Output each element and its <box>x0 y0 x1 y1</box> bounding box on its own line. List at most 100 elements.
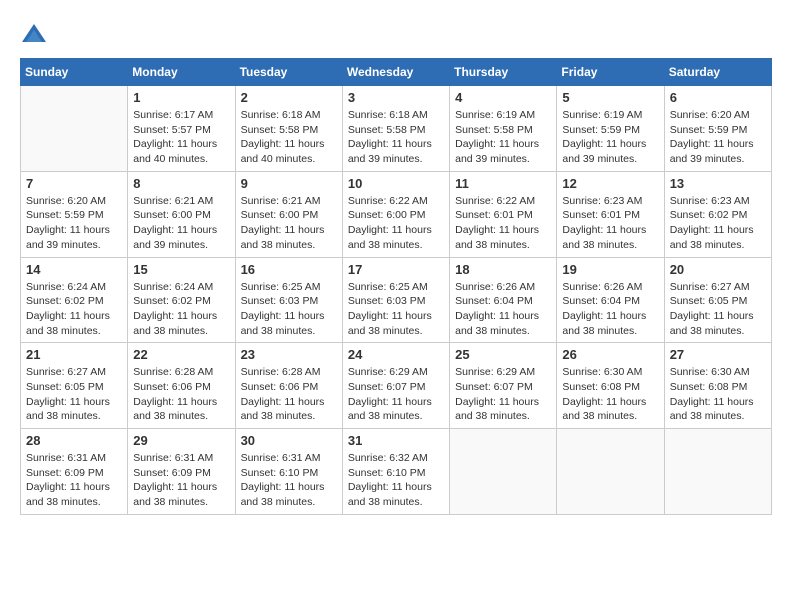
day-info: Sunrise: 6:21 AMSunset: 6:00 PMDaylight:… <box>241 194 337 253</box>
calendar-table: SundayMondayTuesdayWednesdayThursdayFrid… <box>20 58 772 515</box>
calendar-cell: 12 Sunrise: 6:23 AMSunset: 6:01 PMDayligh… <box>557 171 664 257</box>
calendar-cell: 17Sunrise: 6:25 AMSunset: 6:03 PMDayligh… <box>342 257 449 343</box>
calendar-cell: 18 Sunrise: 6:26 AMSunset: 6:04 PMDayligh… <box>450 257 557 343</box>
calendar-cell: 23 Sunrise: 6:28 AMSunset: 6:06 PMDayligh… <box>235 343 342 429</box>
weekday-header-thursday: Thursday <box>450 59 557 86</box>
day-info: Sunrise: 6:23 AMSunset: 6:01 PMDaylight:… <box>562 194 658 253</box>
day-info: Sunrise: 6:31 AMSunset: 6:09 PMDaylight:… <box>133 451 229 510</box>
weekday-header-row: SundayMondayTuesdayWednesdayThursdayFrid… <box>21 59 772 86</box>
day-number: 19 <box>562 262 658 277</box>
day-number: 6 <box>670 90 766 105</box>
day-number: 16 <box>241 262 337 277</box>
day-info: Sunrise: 6:27 AMSunset: 6:05 PMDaylight:… <box>670 280 766 339</box>
calendar-week-row: 7 Sunrise: 6:20 AMSunset: 5:59 PMDaylight… <box>21 171 772 257</box>
day-info: Sunrise: 6:20 AMSunset: 5:59 PMDaylight:… <box>670 108 766 167</box>
day-number: 23 <box>241 347 337 362</box>
day-number: 2 <box>241 90 337 105</box>
calendar-cell: 4Sunrise: 6:19 AMSunset: 5:58 PMDaylight… <box>450 86 557 172</box>
calendar-cell: 26 Sunrise: 6:30 AMSunset: 6:08 PMDayligh… <box>557 343 664 429</box>
calendar-cell: 24 Sunrise: 6:29 AMSunset: 6:07 PMDayligh… <box>342 343 449 429</box>
day-info: Sunrise: 6:32 AMSunset: 6:10 PMDaylight:… <box>348 451 444 510</box>
calendar-cell: 14Sunrise: 6:24 AMSunset: 6:02 PMDayligh… <box>21 257 128 343</box>
day-number: 14 <box>26 262 122 277</box>
calendar-cell: 31 Sunrise: 6:32 AMSunset: 6:10 PMDayligh… <box>342 429 449 515</box>
day-info: Sunrise: 6:31 AMSunset: 6:10 PMDaylight:… <box>241 451 337 510</box>
day-info: Sunrise: 6:18 AMSunset: 5:58 PMDaylight:… <box>348 108 444 167</box>
day-info: Sunrise: 6:20 AMSunset: 5:59 PMDaylight:… <box>26 194 122 253</box>
calendar-cell: 21 Sunrise: 6:27 AMSunset: 6:05 PMDayligh… <box>21 343 128 429</box>
calendar-cell: 6 Sunrise: 6:20 AMSunset: 5:59 PMDaylight… <box>664 86 771 172</box>
day-number: 21 <box>26 347 122 362</box>
day-info: Sunrise: 6:26 AMSunset: 6:04 PMDaylight:… <box>455 280 551 339</box>
calendar-cell <box>21 86 128 172</box>
weekday-header-monday: Monday <box>128 59 235 86</box>
day-number: 28 <box>26 433 122 448</box>
calendar-cell: 13 Sunrise: 6:23 AMSunset: 6:02 PMDayligh… <box>664 171 771 257</box>
day-number: 26 <box>562 347 658 362</box>
weekday-header-sunday: Sunday <box>21 59 128 86</box>
calendar-cell: 16 Sunrise: 6:25 AMSunset: 6:03 PMDayligh… <box>235 257 342 343</box>
calendar-cell: 1Sunrise: 6:17 AMSunset: 5:57 PMDaylight… <box>128 86 235 172</box>
calendar-cell: 3 Sunrise: 6:18 AMSunset: 5:58 PMDaylight… <box>342 86 449 172</box>
weekday-header-tuesday: Tuesday <box>235 59 342 86</box>
day-number: 8 <box>133 176 229 191</box>
calendar-cell: 25 Sunrise: 6:29 AMSunset: 6:07 PMDayligh… <box>450 343 557 429</box>
calendar-cell: 8Sunrise: 6:21 AMSunset: 6:00 PMDaylight… <box>128 171 235 257</box>
day-number: 5 <box>562 90 658 105</box>
calendar-week-row: 21 Sunrise: 6:27 AMSunset: 6:05 PMDayligh… <box>21 343 772 429</box>
day-info: Sunrise: 6:27 AMSunset: 6:05 PMDaylight:… <box>26 365 122 424</box>
day-number: 10 <box>348 176 444 191</box>
day-info: Sunrise: 6:23 AMSunset: 6:02 PMDaylight:… <box>670 194 766 253</box>
day-number: 31 <box>348 433 444 448</box>
calendar-week-row: 28 Sunrise: 6:31 AMSunset: 6:09 PMDayligh… <box>21 429 772 515</box>
day-number: 20 <box>670 262 766 277</box>
day-number: 25 <box>455 347 551 362</box>
day-info: Sunrise: 6:30 AMSunset: 6:08 PMDaylight:… <box>562 365 658 424</box>
day-number: 7 <box>26 176 122 191</box>
day-info: Sunrise: 6:22 AMSunset: 6:00 PMDaylight:… <box>348 194 444 253</box>
day-info: Sunrise: 6:17 AMSunset: 5:57 PMDaylight:… <box>133 108 229 167</box>
day-info: Sunrise: 6:25 AMSunset: 6:03 PMDaylight:… <box>241 280 337 339</box>
day-number: 13 <box>670 176 766 191</box>
calendar-cell: 20 Sunrise: 6:27 AMSunset: 6:05 PMDayligh… <box>664 257 771 343</box>
day-info: Sunrise: 6:31 AMSunset: 6:09 PMDaylight:… <box>26 451 122 510</box>
day-number: 27 <box>670 347 766 362</box>
day-number: 12 <box>562 176 658 191</box>
calendar-cell: 9Sunrise: 6:21 AMSunset: 6:00 PMDaylight… <box>235 171 342 257</box>
logo-icon <box>20 20 48 48</box>
calendar-cell <box>450 429 557 515</box>
calendar-week-row: 14Sunrise: 6:24 AMSunset: 6:02 PMDayligh… <box>21 257 772 343</box>
calendar-cell: 29 Sunrise: 6:31 AMSunset: 6:09 PMDayligh… <box>128 429 235 515</box>
day-info: Sunrise: 6:25 AMSunset: 6:03 PMDaylight:… <box>348 280 444 339</box>
day-number: 15 <box>133 262 229 277</box>
calendar-cell: 2Sunrise: 6:18 AMSunset: 5:58 PMDaylight… <box>235 86 342 172</box>
day-number: 29 <box>133 433 229 448</box>
day-number: 30 <box>241 433 337 448</box>
day-number: 24 <box>348 347 444 362</box>
day-number: 22 <box>133 347 229 362</box>
calendar-cell: 15Sunrise: 6:24 AMSunset: 6:02 PMDayligh… <box>128 257 235 343</box>
calendar-cell: 27 Sunrise: 6:30 AMSunset: 6:08 PMDayligh… <box>664 343 771 429</box>
day-info: Sunrise: 6:19 AMSunset: 5:59 PMDaylight:… <box>562 108 658 167</box>
day-info: Sunrise: 6:29 AMSunset: 6:07 PMDaylight:… <box>348 365 444 424</box>
day-number: 11 <box>455 176 551 191</box>
day-info: Sunrise: 6:28 AMSunset: 6:06 PMDaylight:… <box>241 365 337 424</box>
day-info: Sunrise: 6:22 AMSunset: 6:01 PMDaylight:… <box>455 194 551 253</box>
day-info: Sunrise: 6:26 AMSunset: 6:04 PMDaylight:… <box>562 280 658 339</box>
day-number: 3 <box>348 90 444 105</box>
day-number: 4 <box>455 90 551 105</box>
calendar-cell: 11 Sunrise: 6:22 AMSunset: 6:01 PMDayligh… <box>450 171 557 257</box>
day-number: 18 <box>455 262 551 277</box>
calendar-cell: 7 Sunrise: 6:20 AMSunset: 5:59 PMDaylight… <box>21 171 128 257</box>
weekday-header-saturday: Saturday <box>664 59 771 86</box>
day-info: Sunrise: 6:29 AMSunset: 6:07 PMDaylight:… <box>455 365 551 424</box>
calendar-cell: 5 Sunrise: 6:19 AMSunset: 5:59 PMDaylight… <box>557 86 664 172</box>
page-header <box>20 20 772 48</box>
weekday-header-wednesday: Wednesday <box>342 59 449 86</box>
calendar-cell: 22 Sunrise: 6:28 AMSunset: 6:06 PMDayligh… <box>128 343 235 429</box>
calendar-cell: 19 Sunrise: 6:26 AMSunset: 6:04 PMDayligh… <box>557 257 664 343</box>
day-info: Sunrise: 6:30 AMSunset: 6:08 PMDaylight:… <box>670 365 766 424</box>
logo <box>20 20 52 48</box>
calendar-cell <box>557 429 664 515</box>
day-info: Sunrise: 6:28 AMSunset: 6:06 PMDaylight:… <box>133 365 229 424</box>
